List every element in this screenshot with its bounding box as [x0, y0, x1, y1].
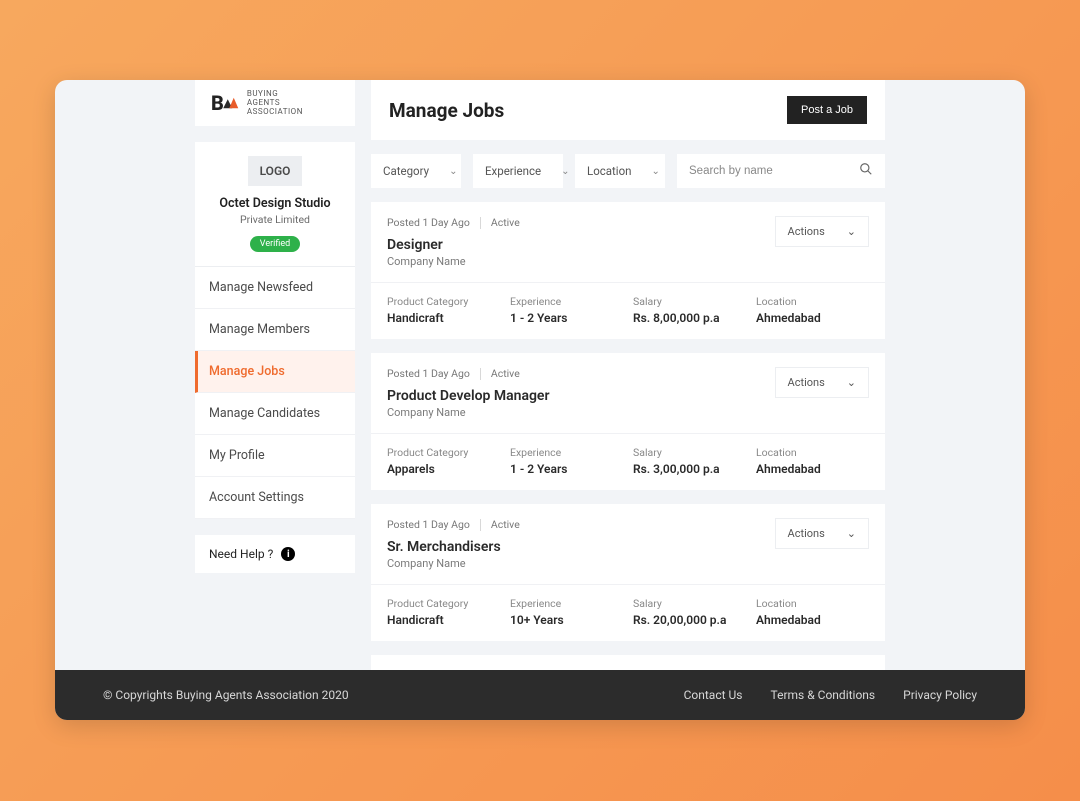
chevron-down-icon: ⌄: [652, 166, 660, 177]
filter-location-label: Location: [587, 164, 632, 178]
job-card: Posted 1 Day Ago Active Sr. Merchandiser…: [371, 504, 885, 641]
footer-link-contact[interactable]: Contact Us: [684, 688, 743, 702]
kv-value: 1 - 2 Years: [510, 311, 623, 325]
app-window: B BUYING AGENTS ASSOCIATION LOGO: [55, 80, 1025, 720]
actions-label: Actions: [788, 225, 825, 238]
verified-badge: Verified: [250, 236, 300, 252]
job-title: Sr. Merchandisers: [387, 539, 520, 555]
filters-row: Category ⌄ Experience ⌄ Location ⌄: [371, 154, 885, 188]
logo-placeholder: LOGO: [248, 156, 303, 186]
kv-label: Location: [756, 446, 869, 459]
kv-label: Product Category: [387, 446, 500, 459]
pagination: Page No. 1 2 3 4 5 1 / 5 ‹ ›: [371, 655, 885, 670]
brand-line3: ASSOCIATION: [247, 108, 303, 117]
job-actions-dropdown[interactable]: Actions ⌄: [775, 216, 869, 247]
search-icon[interactable]: [859, 162, 873, 180]
kv-value: Rs. 3,00,000 p.a: [633, 462, 746, 476]
post-job-button[interactable]: Post a Job: [787, 96, 867, 124]
need-help-label: Need Help ?: [209, 547, 273, 561]
footer-copyright: © Copyrights Buying Agents Association 2…: [103, 688, 349, 702]
actions-label: Actions: [788, 376, 825, 389]
chevron-down-icon: ⌄: [561, 166, 569, 177]
main-area: B BUYING AGENTS ASSOCIATION LOGO: [55, 80, 1025, 670]
job-posted: Posted 1 Day Ago: [387, 518, 470, 531]
kv-label: Location: [756, 295, 869, 308]
job-actions-dropdown[interactable]: Actions ⌄: [775, 367, 869, 398]
job-title: Product Develop Manager: [387, 388, 550, 404]
sidebar-item-settings[interactable]: Account Settings: [195, 477, 355, 519]
job-company: Company Name: [387, 406, 550, 419]
job-status: Active: [491, 216, 520, 229]
kv-value: Rs. 20,00,000 p.a: [633, 613, 746, 627]
chevron-down-icon: ⌄: [847, 376, 856, 389]
job-posted: Posted 1 Day Ago: [387, 367, 470, 380]
kv-label: Experience: [510, 446, 623, 459]
filter-experience-label: Experience: [485, 164, 541, 178]
sidebar-item-newsfeed[interactable]: Manage Newsfeed: [195, 267, 355, 309]
filter-location[interactable]: Location ⌄: [575, 154, 665, 188]
job-actions-dropdown[interactable]: Actions ⌄: [775, 518, 869, 549]
separator: [480, 368, 481, 380]
separator: [480, 217, 481, 229]
chevron-down-icon: ⌄: [847, 527, 856, 540]
job-company: Company Name: [387, 557, 520, 570]
kv-label: Salary: [633, 295, 746, 308]
kv-label: Location: [756, 597, 869, 610]
filter-experience[interactable]: Experience ⌄: [473, 154, 563, 188]
kv-label: Experience: [510, 597, 623, 610]
brand-logo: B: [211, 91, 239, 115]
search-box: [677, 154, 885, 188]
job-status: Active: [491, 367, 520, 380]
filter-category[interactable]: Category ⌄: [371, 154, 461, 188]
filter-category-label: Category: [383, 164, 429, 178]
actions-label: Actions: [788, 527, 825, 540]
footer-link-terms[interactable]: Terms & Conditions: [771, 688, 876, 702]
sidebar-item-members[interactable]: Manage Members: [195, 309, 355, 351]
job-company: Company Name: [387, 255, 520, 268]
job-card: Posted 1 Day Ago Active Designer Company…: [371, 202, 885, 339]
kv-value: Ahmedabad: [756, 613, 869, 627]
studio-name: Octet Design Studio: [207, 196, 343, 211]
footer-link-privacy[interactable]: Privacy Policy: [903, 688, 977, 702]
search-input[interactable]: [689, 165, 859, 177]
separator: [480, 519, 481, 531]
kv-label: Product Category: [387, 295, 500, 308]
studio-type: Private Limited: [207, 213, 343, 226]
brand-card: B BUYING AGENTS ASSOCIATION: [195, 80, 355, 126]
brand-text: BUYING AGENTS ASSOCIATION: [247, 90, 303, 116]
content: Manage Jobs Post a Job Category ⌄ Experi…: [371, 80, 885, 670]
kv-value: Handicraft: [387, 311, 500, 325]
kv-label: Product Category: [387, 597, 500, 610]
need-help[interactable]: Need Help ? i: [195, 535, 355, 573]
kv-label: Salary: [633, 597, 746, 610]
kv-value: 10+ Years: [510, 613, 623, 627]
kv-value: Rs. 8,00,000 p.a: [633, 311, 746, 325]
kv-label: Experience: [510, 295, 623, 308]
kv-value: Handicraft: [387, 613, 500, 627]
info-icon: i: [281, 547, 295, 561]
kv-value: Apparels: [387, 462, 500, 476]
footer-links: Contact Us Terms & Conditions Privacy Po…: [684, 688, 977, 702]
sidebar-menu: Manage Newsfeed Manage Members Manage Jo…: [195, 267, 355, 519]
page-header: Manage Jobs Post a Job: [371, 80, 885, 140]
sidebar-item-candidates[interactable]: Manage Candidates: [195, 393, 355, 435]
kv-value: 1 - 2 Years: [510, 462, 623, 476]
app-footer: © Copyrights Buying Agents Association 2…: [55, 670, 1025, 720]
mountain-icon: [221, 96, 239, 110]
chevron-down-icon: ⌄: [449, 166, 457, 177]
chevron-down-icon: ⌄: [847, 225, 856, 238]
profile-card: LOGO Octet Design Studio Private Limited…: [195, 142, 355, 267]
job-posted: Posted 1 Day Ago: [387, 216, 470, 229]
kv-value: Ahmedabad: [756, 462, 869, 476]
kv-label: Salary: [633, 446, 746, 459]
kv-value: Ahmedabad: [756, 311, 869, 325]
page-title: Manage Jobs: [389, 99, 504, 122]
job-status: Active: [491, 518, 520, 531]
sidebar-item-jobs[interactable]: Manage Jobs: [195, 351, 355, 393]
sidebar: B BUYING AGENTS ASSOCIATION LOGO: [195, 80, 355, 670]
job-card: Posted 1 Day Ago Active Product Develop …: [371, 353, 885, 490]
job-title: Designer: [387, 237, 520, 253]
sidebar-item-profile[interactable]: My Profile: [195, 435, 355, 477]
